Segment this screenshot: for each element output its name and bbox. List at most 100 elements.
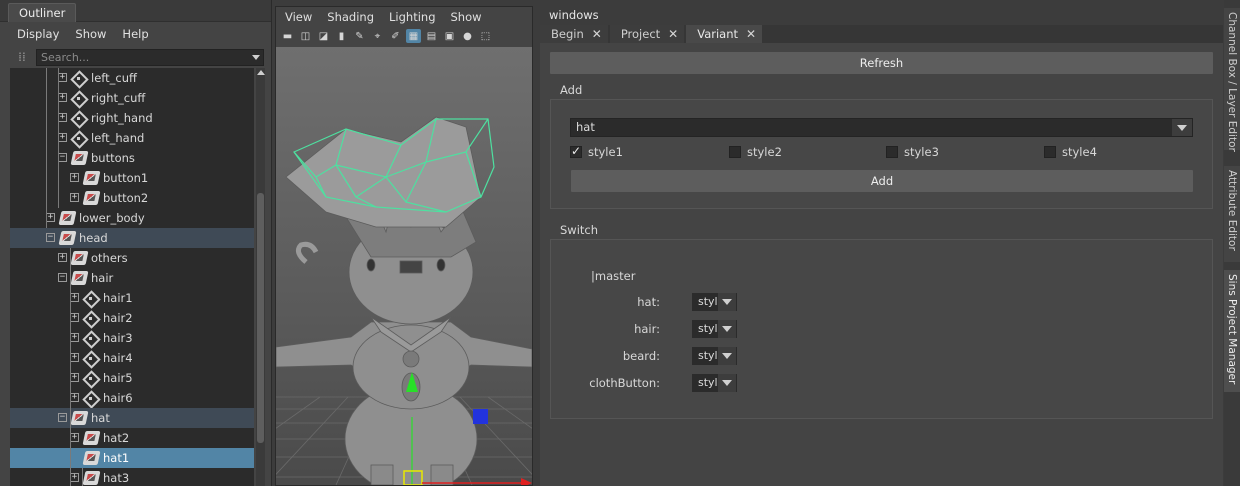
side-tab-sins-project-manager[interactable]: Sins Project Manager bbox=[1224, 270, 1240, 392]
outliner-row[interactable]: + hat2 bbox=[10, 428, 254, 448]
checkbox-box[interactable] bbox=[570, 144, 582, 158]
expand-icon[interactable]: + bbox=[70, 193, 79, 202]
viewport-menu-show[interactable]: Show bbox=[451, 10, 482, 24]
wireframe-icon[interactable]: ⬚ bbox=[478, 29, 493, 43]
expand-icon[interactable]: + bbox=[70, 293, 79, 302]
menu-help[interactable]: Help bbox=[122, 27, 148, 41]
expand-icon[interactable]: + bbox=[70, 333, 79, 342]
collapse-icon[interactable]: − bbox=[58, 273, 67, 282]
checkbox-box[interactable] bbox=[1044, 146, 1056, 158]
outliner-row[interactable]: − head bbox=[10, 228, 254, 248]
grease-pencil-icon[interactable]: ✎ bbox=[352, 29, 367, 43]
close-icon[interactable]: ✕ bbox=[592, 27, 602, 41]
film-gate-icon[interactable]: ▤ bbox=[424, 29, 439, 43]
outliner-scrollbar[interactable] bbox=[256, 68, 265, 486]
collapse-icon[interactable]: − bbox=[46, 233, 55, 242]
outliner-row[interactable]: − hair bbox=[10, 268, 254, 288]
outliner-row[interactable]: + hair1 bbox=[10, 288, 254, 308]
outliner-row[interactable]: + others bbox=[10, 248, 254, 268]
expand-icon[interactable]: + bbox=[70, 433, 79, 442]
group-icon bbox=[70, 151, 89, 165]
viewport-menu-shading[interactable]: Shading bbox=[327, 10, 374, 24]
search-input[interactable]: Search... bbox=[36, 48, 264, 66]
outliner-row[interactable]: + hair4 bbox=[10, 348, 254, 368]
style3-checkbox[interactable]: style3 bbox=[886, 145, 939, 159]
outliner-menubar: Display Show Help bbox=[0, 22, 271, 46]
brush-icon[interactable]: ✐ bbox=[388, 29, 403, 43]
expand-icon[interactable]: + bbox=[58, 133, 67, 142]
expand-icon[interactable]: + bbox=[70, 373, 79, 382]
expand-icon[interactable]: + bbox=[58, 93, 67, 102]
chevron-down-icon[interactable] bbox=[718, 347, 736, 365]
attr-name: beard: bbox=[622, 349, 660, 363]
move-x-handle[interactable] bbox=[521, 478, 532, 485]
scroll-thumb[interactable] bbox=[257, 193, 264, 443]
outliner-row[interactable]: hat1 bbox=[10, 448, 254, 468]
expand-icon[interactable]: + bbox=[70, 473, 79, 482]
menu-display[interactable]: Display bbox=[17, 27, 59, 41]
viewport-menu-lighting[interactable]: Lighting bbox=[389, 10, 435, 24]
camera-attr-icon[interactable]: ◫ bbox=[298, 29, 313, 43]
tab-begin[interactable]: Begin ✕ bbox=[540, 25, 608, 43]
attr-name: hair: bbox=[634, 322, 660, 336]
expand-icon[interactable]: + bbox=[58, 73, 67, 82]
expand-icon[interactable]: + bbox=[70, 173, 79, 182]
viewport-menu-view[interactable]: View bbox=[285, 10, 312, 24]
checkbox-label: style1 bbox=[588, 145, 623, 159]
shading-icon[interactable]: ● bbox=[460, 29, 475, 43]
expand-icon[interactable]: + bbox=[70, 353, 79, 362]
add-group-title: Add bbox=[560, 83, 583, 97]
expand-icon[interactable]: + bbox=[70, 393, 79, 402]
outliner-row[interactable]: + hair5 bbox=[10, 368, 254, 388]
style2-checkbox[interactable]: style2 bbox=[729, 145, 782, 159]
outliner-row-label: hat2 bbox=[103, 431, 130, 445]
expand-icon[interactable]: + bbox=[46, 213, 55, 222]
outliner-row[interactable]: + hair3 bbox=[10, 328, 254, 348]
bookmark-icon[interactable]: ◪ bbox=[316, 29, 331, 43]
close-icon[interactable]: ✕ bbox=[746, 27, 756, 41]
chevron-down-icon[interactable] bbox=[718, 320, 736, 338]
filter-icon[interactable]: ⁞⁞ bbox=[14, 49, 30, 65]
refresh-button[interactable]: Refresh bbox=[550, 52, 1213, 74]
image-plane-icon[interactable]: ⌖ bbox=[370, 29, 385, 43]
pin-icon[interactable]: ▮ bbox=[334, 29, 349, 43]
grid-icon[interactable]: ▦ bbox=[406, 29, 421, 43]
tab-project[interactable]: Project ✕ bbox=[609, 25, 685, 43]
chevron-down-icon[interactable] bbox=[718, 374, 736, 392]
search-dropdown-icon[interactable] bbox=[252, 54, 260, 60]
group-icon bbox=[82, 471, 101, 485]
side-tab-attribute-editor[interactable]: Attribute Editor bbox=[1224, 166, 1240, 262]
close-icon[interactable]: ✕ bbox=[668, 27, 678, 41]
resolution-gate-icon[interactable]: ▣ bbox=[442, 29, 457, 43]
outliner-tab[interactable]: Outliner bbox=[8, 3, 77, 22]
outliner-row[interactable]: + hair6 bbox=[10, 388, 254, 408]
style4-checkbox[interactable]: style4 bbox=[1044, 145, 1097, 159]
outliner-row[interactable]: + hat3 bbox=[10, 468, 254, 486]
style1-checkbox[interactable]: style1 bbox=[570, 144, 623, 159]
add-button[interactable]: Add bbox=[571, 170, 1193, 192]
chevron-down-icon[interactable] bbox=[718, 293, 736, 311]
outliner-row-label: button1 bbox=[103, 171, 149, 185]
move-z-handle[interactable] bbox=[473, 409, 488, 424]
tab-variant[interactable]: Variant ✕ bbox=[686, 25, 763, 43]
camera-icon[interactable]: ▬ bbox=[280, 29, 295, 43]
menu-show[interactable]: Show bbox=[75, 27, 106, 41]
outliner-tree[interactable]: + left_cuff + right_cuff + right_hand + left_ha… bbox=[10, 68, 254, 486]
expand-icon[interactable]: + bbox=[58, 113, 67, 122]
viewport-scene[interactable] bbox=[276, 47, 532, 485]
collapse-icon[interactable]: − bbox=[58, 413, 67, 422]
expand-icon[interactable]: + bbox=[70, 313, 79, 322]
expand-icon[interactable]: + bbox=[58, 253, 67, 262]
chevron-down-icon[interactable] bbox=[1172, 119, 1192, 136]
outliner-row-label: lower_body bbox=[79, 211, 145, 225]
collapse-icon[interactable]: − bbox=[58, 153, 67, 162]
target-select[interactable]: hat bbox=[570, 118, 1193, 137]
checkbox-box[interactable] bbox=[729, 146, 741, 158]
checkbox-box[interactable] bbox=[886, 146, 898, 158]
side-tab-channel-box[interactable]: Channel Box / Layer Editor bbox=[1224, 8, 1240, 152]
outliner-row[interactable]: + hair2 bbox=[10, 308, 254, 328]
outliner-row[interactable]: − hat bbox=[10, 408, 254, 428]
scroll-up-icon[interactable] bbox=[257, 70, 265, 75]
group-icon bbox=[70, 271, 89, 285]
joint-icon bbox=[84, 291, 99, 305]
